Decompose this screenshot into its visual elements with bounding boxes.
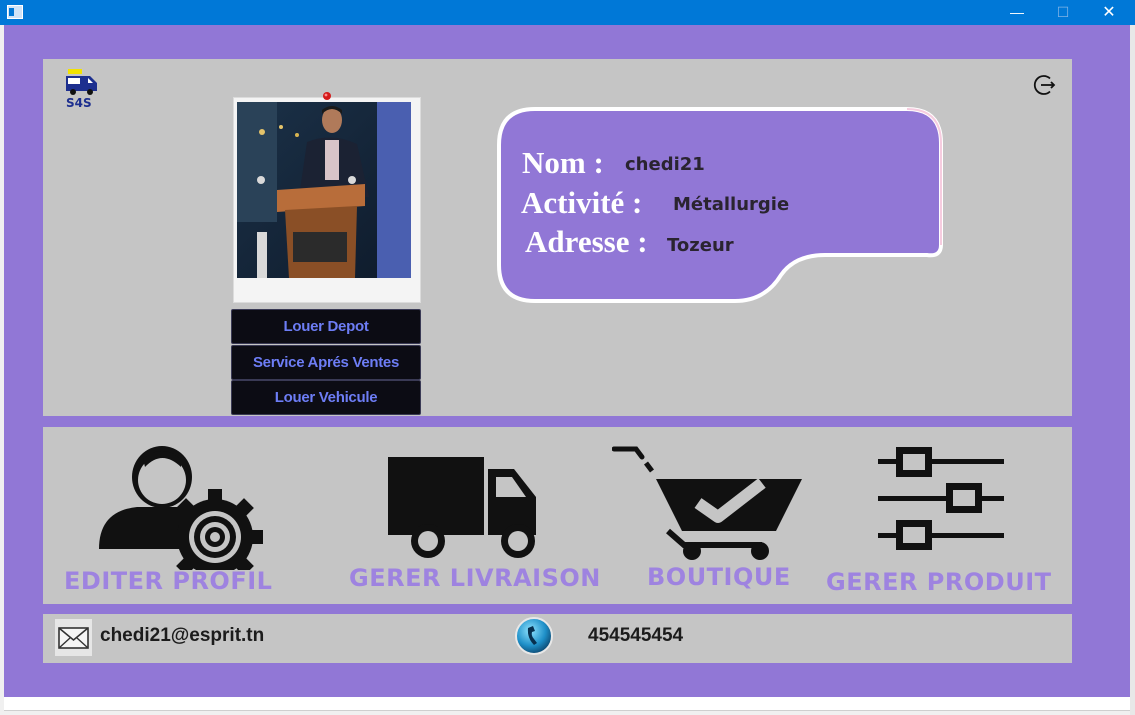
user-gear-icon[interactable] <box>95 445 265 570</box>
minimize-button[interactable]: — <box>994 0 1040 25</box>
logout-icon[interactable] <box>1033 73 1057 97</box>
boutique-label[interactable]: BOUTIQUE <box>647 563 791 591</box>
app-window-icon <box>7 5 23 19</box>
adresse-label: Adresse : <box>525 224 648 259</box>
user-photo <box>237 102 411 278</box>
activite-value: Métallurgie <box>673 194 790 215</box>
adresse-value: Tozeur <box>667 235 734 256</box>
nom-value: chedi21 <box>625 154 705 175</box>
editer-profil-label[interactable]: EDITER PROFIL <box>64 567 272 595</box>
gerer-livraison-label[interactable]: GERER LIVRAISON <box>349 564 601 592</box>
phone-icon <box>515 617 553 655</box>
close-button[interactable]: ✕ <box>1086 0 1132 25</box>
title-bar[interactable]: — ☐ ✕ <box>0 0 1135 25</box>
service-apres-ventes-button[interactable]: Service Aprés Ventes <box>231 345 421 380</box>
sliders-icon[interactable] <box>876 445 1006 553</box>
truck-icon[interactable] <box>386 455 541 560</box>
nom-label: Nom : <box>522 145 604 180</box>
delivery-van-icon: S4S <box>66 69 97 109</box>
logo-text: S4S <box>66 96 92 109</box>
shopping-cart-check-icon[interactable] <box>612 445 804 562</box>
frame-bottom-strip <box>4 697 1130 711</box>
envelope-icon <box>55 619 92 656</box>
gerer-produit-label[interactable]: GERER PRODUIT <box>826 568 1052 596</box>
maximize-button[interactable]: ☐ <box>1040 0 1086 25</box>
phone-text: 454545454 <box>588 625 684 646</box>
pin-icon <box>323 92 331 100</box>
louer-vehicule-button[interactable]: Louer Vehicule <box>231 380 421 415</box>
email-text: chedi21@esprit.tn <box>100 625 265 646</box>
desktop-edge <box>1130 25 1135 715</box>
app-window: — ☐ ✕ S4S Louer Depot Service Aprés Vent… <box>0 0 1135 715</box>
activite-label: Activité : <box>521 185 643 220</box>
louer-depot-button[interactable]: Louer Depot <box>231 309 421 344</box>
